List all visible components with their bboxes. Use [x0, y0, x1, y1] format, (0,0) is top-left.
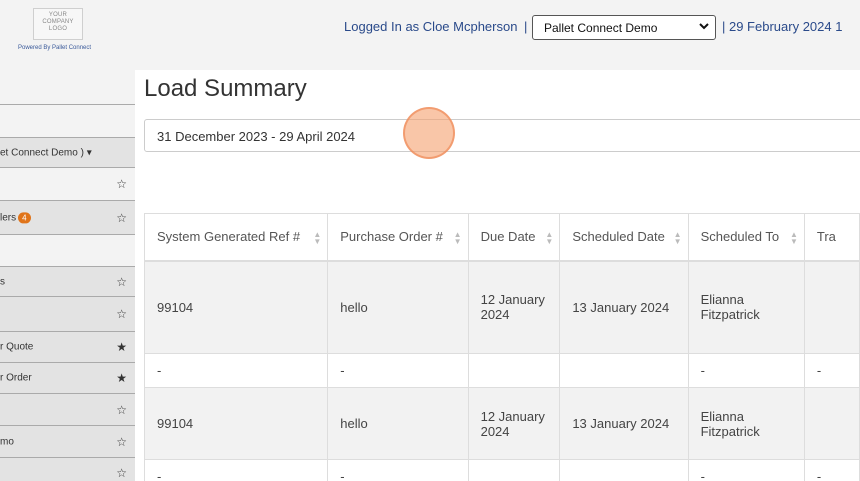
table-cell: 13 January 2024	[559, 387, 689, 460]
caret-down-icon: ▾	[86, 147, 92, 158]
top-header: YOUR COMPANY LOGO Powered By Pallet Conn…	[0, 0, 860, 70]
sidebar: et Connect Demo ) ▾ ☆ lers 4 ☆ s ☆ ☆ r Qu…	[0, 70, 135, 481]
table-cell: -	[143, 459, 329, 481]
sidebar-item-quote[interactable]: r Quote ★	[0, 331, 135, 362]
load-summary-table: System Generated Ref # ▲ ▼ Purchase Order …	[143, 213, 860, 481]
logo-line-2: COMPANY	[42, 19, 74, 25]
table-cell	[467, 459, 561, 481]
sort-icon[interactable]: ▲ ▼	[790, 231, 798, 246]
sidebar-item-label: s	[0, 276, 5, 287]
sidebar-item-label: lers	[0, 212, 17, 224]
sidebar-item-label: et Connect Demo )	[0, 147, 84, 158]
click-indicator	[403, 107, 455, 159]
logo-line-1: YOUR	[48, 12, 68, 18]
table-cell	[559, 353, 689, 388]
sort-icon[interactable]: ▲ ▼	[674, 231, 682, 246]
star-outline-icon[interactable]: ☆	[116, 275, 127, 289]
sort-icon[interactable]: ▲ ▼	[454, 231, 462, 246]
sidebar-item[interactable]: ☆	[0, 393, 135, 425]
sidebar-item-label: mo	[0, 436, 14, 447]
sidebar-item-company[interactable]: et Connect Demo ) ▾	[0, 137, 135, 167]
star-outline-icon[interactable]: ☆	[116, 435, 127, 449]
table-cell	[803, 260, 860, 354]
table-cell: 12 January 2024	[467, 387, 561, 460]
sidebar-item-loads[interactable]: s ☆	[0, 266, 135, 296]
sidebar-item-demo[interactable]: mo ☆	[0, 425, 135, 457]
table-cell: 99104	[143, 387, 329, 460]
star-filled-icon[interactable]: ★	[116, 371, 127, 385]
logged-in-link[interactable]: Logged In as Cloe Mcpherson	[344, 19, 517, 34]
company-select-value: Pallet Connect Demo	[544, 21, 658, 35]
column-header[interactable]: Scheduled To ▲ ▼	[687, 213, 805, 262]
star-filled-icon[interactable]: ★	[116, 340, 127, 354]
table-cell: hello	[327, 387, 469, 460]
sidebar-section	[0, 234, 135, 266]
star-outline-icon[interactable]: ☆	[116, 403, 127, 417]
table-cell	[803, 387, 860, 460]
table-cell	[467, 353, 561, 388]
sidebar-divider	[0, 104, 135, 105]
logo-line-3: LOGO	[48, 26, 68, 32]
sidebar-item-label: r Order	[0, 372, 32, 384]
sidebar-item[interactable]: ☆	[0, 167, 135, 200]
header-date: | 29 February 2024 1	[722, 19, 843, 34]
column-header[interactable]: Due Date ▲ ▼	[467, 213, 561, 262]
table-cell: -	[803, 353, 860, 388]
table-cell: 12 January 2024	[467, 260, 561, 354]
company-logo[interactable]: YOUR COMPANY LOGO	[33, 8, 83, 40]
table-row[interactable]: - - - -	[143, 353, 860, 388]
main-content: Load Summary 31 December 2023 - 29 April…	[135, 70, 860, 481]
table-cell: -	[327, 353, 469, 388]
date-range-input[interactable]: 31 December 2023 - 29 April 2024	[144, 119, 860, 152]
company-select[interactable]: Pallet Connect Demo	[532, 15, 716, 40]
table-cell: 13 January 2024	[559, 260, 689, 354]
table-row[interactable]: 99104 hello 12 January 2024 13 January 2…	[143, 387, 860, 460]
table-cell: -	[687, 353, 805, 388]
sidebar-item[interactable]: ☆	[0, 296, 135, 331]
sidebar-item-resellers[interactable]: lers 4 ☆	[0, 200, 135, 234]
header-separator: |	[524, 19, 528, 34]
star-outline-icon[interactable]: ☆	[116, 211, 127, 225]
page: YOUR COMPANY LOGO Powered By Pallet Conn…	[0, 0, 860, 481]
star-outline-icon[interactable]: ☆	[116, 307, 127, 321]
sort-icon[interactable]: ▲ ▼	[313, 231, 321, 246]
table-cell: -	[143, 353, 329, 388]
table-cell	[559, 459, 689, 481]
count-badge: 4	[18, 211, 31, 223]
chevron-down-icon	[699, 20, 709, 34]
table-cell: hello	[327, 260, 469, 354]
table-cell: 99104	[143, 260, 329, 354]
table-cell: Elianna Fitzpatrick	[687, 260, 805, 354]
table-cell: -	[803, 459, 860, 481]
column-header[interactable]: System Generated Ref # ▲ ▼	[143, 213, 329, 262]
column-header[interactable]: Tra	[803, 213, 860, 262]
page-title: Load Summary	[144, 75, 307, 102]
table-cell: -	[327, 459, 469, 481]
sidebar-item[interactable]: ☆	[0, 457, 135, 481]
table-row[interactable]: - - - -	[143, 459, 860, 481]
column-header[interactable]: Purchase Order # ▲ ▼	[327, 213, 469, 262]
table-row[interactable]: 99104 hello 12 January 2024 13 January 2…	[143, 260, 860, 354]
table-header-row: System Generated Ref # ▲ ▼ Purchase Order …	[143, 213, 860, 262]
star-outline-icon[interactable]: ☆	[116, 177, 127, 191]
table-cell: Elianna Fitzpatrick	[687, 387, 805, 460]
column-header[interactable]: Scheduled Date ▲ ▼	[559, 213, 689, 262]
sidebar-item-order[interactable]: r Order ★	[0, 362, 135, 393]
table-cell: -	[687, 459, 805, 481]
sidebar-item-label: r Quote	[0, 341, 34, 353]
star-outline-icon[interactable]: ☆	[116, 466, 127, 480]
sort-icon[interactable]: ▲ ▼	[545, 231, 553, 246]
powered-by-text: Powered By Pallet Connect	[18, 45, 92, 51]
